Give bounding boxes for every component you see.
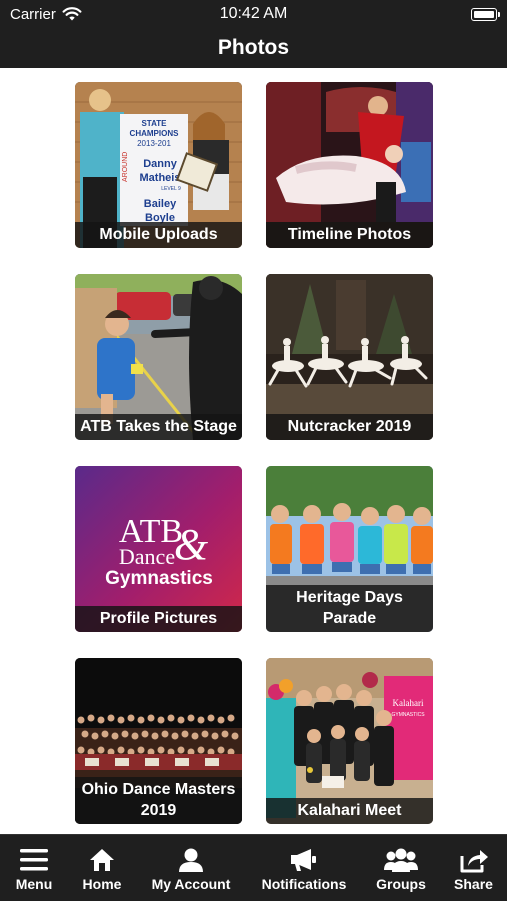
tab-label: Menu <box>15 876 53 892</box>
tab-share[interactable]: Share <box>440 835 507 901</box>
album-tile-kalahari-meet[interactable]: Kalahari GYMNASTICS Kalahari Meet <box>266 658 433 824</box>
tab-label: My Account <box>151 876 231 892</box>
tab-label: Home <box>82 876 122 892</box>
share-icon <box>460 850 488 873</box>
album-caption: Mobile Uploads <box>75 222 242 248</box>
tab-label: Groups <box>376 876 426 892</box>
tab-label: Share <box>454 876 493 892</box>
banner-text-gymnastics: GYMNASTICS <box>391 712 425 718</box>
sign-text-state: STATE <box>141 119 167 128</box>
nav-bar: Photos <box>0 30 507 68</box>
tab-menu[interactable]: Menu <box>0 835 68 901</box>
album-tile-atb-takes-the-stage[interactable]: ATB Takes the Stage <box>75 274 242 440</box>
album-tile-ohio-dance-masters-2019[interactable]: Ohio Dance Masters 2019 <box>75 658 242 824</box>
sign-text-last-name: Matheis <box>140 172 181 184</box>
tab-my-account[interactable]: My Account <box>140 835 242 901</box>
sign-text-first-name: Danny <box>143 158 178 170</box>
logo-ampersand: & <box>174 520 209 569</box>
sign-text-second-first-name: Bailey <box>144 198 177 210</box>
tab-bar: Menu Home My Account Notifications Group… <box>0 834 507 901</box>
album-grid: STATE CHAMPIONS 2013-201 Danny Matheis L… <box>0 68 507 834</box>
megaphone-icon <box>291 849 316 871</box>
clock: 10:42 AM <box>219 5 288 22</box>
album-caption: Profile Pictures <box>75 606 242 632</box>
banner-text-kalahari: Kalahari <box>393 698 424 708</box>
home-icon <box>90 849 114 871</box>
tab-groups[interactable]: Groups <box>365 835 437 901</box>
sign-text-years: 2013-201 <box>137 139 171 148</box>
battery-icon <box>471 8 500 21</box>
sign-text-around: AROUND <box>122 152 129 182</box>
logo-text-dance: Dance <box>119 544 175 569</box>
sign-text-level: LEVEL 9 <box>161 186 181 192</box>
account-icon <box>179 848 203 872</box>
tab-label: Notifications <box>261 876 347 892</box>
album-tile-timeline-photos[interactable]: Timeline Photos <box>266 82 433 248</box>
album-caption: Nutcracker 2019 <box>266 414 433 440</box>
page-title: Photos <box>217 36 290 59</box>
album-tile-heritage-days-parade[interactable]: Heritage Days Parade <box>266 466 433 632</box>
album-caption: Kalahari Meet <box>266 798 433 824</box>
album-tile-nutcracker-2019[interactable]: Nutcracker 2019 <box>266 274 433 440</box>
album-tile-mobile-uploads[interactable]: STATE CHAMPIONS 2013-201 Danny Matheis L… <box>75 82 242 248</box>
album-caption: ATB Takes the Stage <box>75 414 242 440</box>
menu-icon <box>20 849 48 871</box>
tab-home[interactable]: Home <box>68 835 136 901</box>
sign-text-champions: CHAMPIONS <box>130 129 180 138</box>
groups-icon <box>384 848 418 872</box>
tab-notifications[interactable]: Notifications <box>252 835 356 901</box>
album-caption: Heritage Days Parade <box>266 585 433 632</box>
logo-text-gymnastics: Gymnastics <box>105 568 213 589</box>
status-bar: Carrier 10:42 AM <box>0 0 507 30</box>
album-caption: Timeline Photos <box>266 222 433 248</box>
album-caption: Ohio Dance Masters 2019 <box>75 777 242 824</box>
album-tile-profile-pictures[interactable]: ATB & Dance Gymnastics Profile Pictures <box>75 466 242 632</box>
